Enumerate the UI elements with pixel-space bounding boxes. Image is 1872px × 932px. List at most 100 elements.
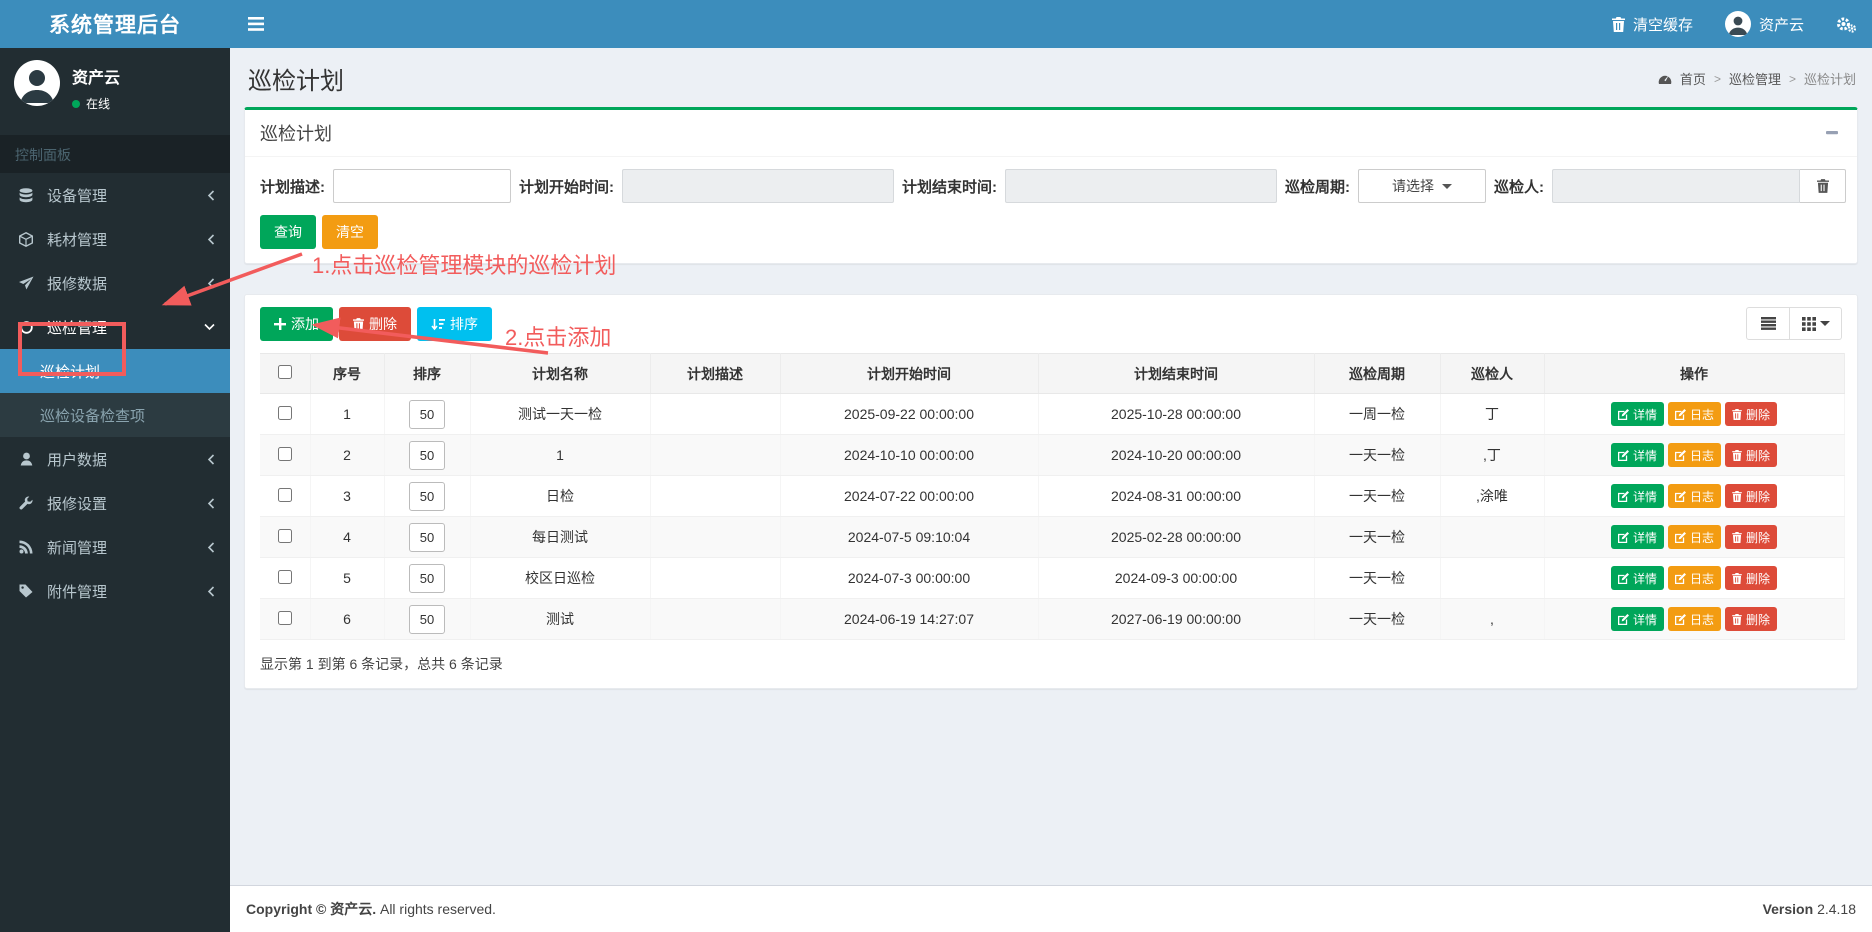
log-button-label: 日志 (1690, 611, 1714, 628)
sort-amount-icon (431, 318, 445, 331)
select-all-checkbox[interactable] (278, 365, 292, 379)
row-delete-button[interactable]: 删除 (1725, 607, 1777, 631)
footer: Copyright © 资产云. All rights reserved. Ve… (230, 885, 1872, 932)
table-row: 5 校区日巡检 2024-07-3 00:00:00 2024-09-3 00:… (260, 558, 1844, 599)
log-button[interactable]: 日志 (1668, 525, 1721, 549)
trash-icon (1732, 573, 1742, 584)
list-view-button[interactable] (1746, 307, 1790, 340)
detail-button[interactable]: 详情 (1611, 402, 1664, 426)
breadcrumb-home[interactable]: 首页 (1680, 69, 1706, 88)
row-checkbox[interactable] (278, 570, 292, 584)
column-header: 巡检人 (1440, 354, 1544, 394)
sidebar-item-label: 设备管理 (47, 185, 107, 206)
detail-button[interactable]: 详情 (1611, 443, 1664, 467)
copyright-strong: Copyright © 资产云. (246, 901, 376, 917)
order-input[interactable] (409, 523, 445, 552)
caret-down-icon (1442, 184, 1452, 189)
annotation-step1: 1.点击巡检管理模块的巡检计划 (312, 248, 616, 280)
cell-plan-name: 1 (470, 435, 650, 476)
inspector-input[interactable] (1552, 169, 1800, 203)
table-row: 2 1 2024-10-10 00:00:00 2024-10-20 00:00… (260, 435, 1844, 476)
sidebar-item-label: 新闻管理 (47, 537, 107, 558)
row-delete-button[interactable]: 删除 (1725, 484, 1777, 508)
sidebar-item-inspection-device-checkitems[interactable]: 巡检设备检查项 (0, 393, 230, 437)
sidebar-item-label: 附件管理 (47, 581, 107, 602)
detail-button[interactable]: 详情 (1611, 525, 1664, 549)
log-button[interactable]: 日志 (1668, 607, 1721, 631)
clear-button[interactable]: 清空 (322, 215, 378, 249)
user-menu[interactable]: 资产云 (1709, 0, 1820, 48)
column-header: 计划结束时间 (1038, 354, 1314, 394)
inspector-clear-button[interactable] (1800, 169, 1846, 203)
breadcrumb: 首页 > 巡检管理 > 巡检计划 (1658, 69, 1856, 88)
sidebar-item-device-mgmt[interactable]: 设备管理 (0, 173, 230, 217)
caret-down-icon (1820, 321, 1830, 326)
plan-end-input[interactable] (1005, 169, 1277, 203)
annotation-step2: 2.点击添加 (505, 320, 611, 352)
cell-seq: 4 (310, 517, 384, 558)
plan-desc-input[interactable] (333, 169, 511, 203)
collapse-box-button[interactable] (1822, 131, 1842, 135)
row-delete-button[interactable]: 删除 (1725, 443, 1777, 467)
cell-start-time: 2024-07-5 09:10:04 (780, 517, 1038, 558)
detail-button[interactable]: 详情 (1611, 484, 1664, 508)
log-button[interactable]: 日志 (1668, 566, 1721, 590)
trash-icon (1732, 532, 1742, 543)
sidebar-item-user-data[interactable]: 用户数据 (0, 437, 230, 481)
sidebar-toggle-button[interactable] (230, 0, 282, 48)
order-input[interactable] (409, 605, 445, 634)
edit-icon (1675, 614, 1686, 625)
sidebar-item-news-mgmt[interactable]: 新闻管理 (0, 525, 230, 569)
edit-icon (1618, 532, 1629, 543)
sidebar-item-repair-settings[interactable]: 报修设置 (0, 481, 230, 525)
delete-button[interactable]: 删除 (339, 307, 411, 341)
log-button[interactable]: 日志 (1668, 402, 1721, 426)
log-button[interactable]: 日志 (1668, 443, 1721, 467)
order-input[interactable] (409, 564, 445, 593)
cell-plan-desc (650, 558, 780, 599)
row-delete-button[interactable]: 删除 (1725, 525, 1777, 549)
row-checkbox[interactable] (278, 406, 292, 420)
cycle-select[interactable]: 请选择 (1358, 169, 1486, 203)
inspection-plan-table: 序号排序计划名称计划描述计划开始时间计划结束时间巡检周期巡检人操作 1 测试一天… (260, 353, 1845, 640)
version-text: Version 2.4.18 (1763, 901, 1856, 917)
search-button[interactable]: 查询 (260, 215, 316, 249)
sort-button[interactable]: 排序 (417, 307, 492, 341)
column-header: 计划描述 (650, 354, 780, 394)
sidebar-item-repair-data[interactable]: 报修数据 (0, 261, 230, 305)
breadcrumb-inspection-mgmt[interactable]: 巡检管理 (1729, 69, 1781, 88)
row-checkbox[interactable] (278, 488, 292, 502)
trash-icon (1732, 491, 1742, 502)
table-row: 3 日检 2024-07-22 00:00:00 2024-08-31 00:0… (260, 476, 1844, 517)
log-button[interactable]: 日志 (1668, 484, 1721, 508)
clear-cache-button[interactable]: 清空缓存 (1596, 0, 1709, 48)
edit-icon (1675, 409, 1686, 420)
trash-icon (1732, 409, 1742, 420)
row-checkbox[interactable] (278, 447, 292, 461)
sidebar-item-attachment-mgmt[interactable]: 附件管理 (0, 569, 230, 613)
row-delete-button[interactable]: 删除 (1725, 402, 1777, 426)
detail-button-label: 详情 (1633, 447, 1657, 464)
cell-plan-desc (650, 476, 780, 517)
user-menu-label: 资产云 (1759, 14, 1804, 35)
detail-button[interactable]: 详情 (1611, 566, 1664, 590)
order-input[interactable] (409, 482, 445, 511)
chevron-left-icon (207, 278, 215, 289)
navbar-right: 清空缓存 资产云 (1596, 0, 1872, 48)
cell-end-time: 2024-09-3 00:00:00 (1038, 558, 1314, 599)
row-delete-button[interactable]: 删除 (1725, 566, 1777, 590)
row-checkbox[interactable] (278, 529, 292, 543)
order-input[interactable] (409, 400, 445, 429)
order-input[interactable] (409, 441, 445, 470)
sidebar-item-consumables-mgmt[interactable]: 耗材管理 (0, 217, 230, 261)
detail-button[interactable]: 详情 (1611, 607, 1664, 631)
plan-start-input[interactable] (622, 169, 894, 203)
detail-button-label: 详情 (1633, 406, 1657, 423)
row-checkbox[interactable] (278, 611, 292, 625)
grid-view-button[interactable] (1790, 307, 1842, 340)
add-button[interactable]: 添加 (260, 307, 333, 341)
chevron-left-icon (207, 542, 215, 553)
settings-button[interactable] (1820, 0, 1872, 48)
cell-seq: 6 (310, 599, 384, 640)
app-brand[interactable]: 系统管理后台 (0, 0, 230, 48)
